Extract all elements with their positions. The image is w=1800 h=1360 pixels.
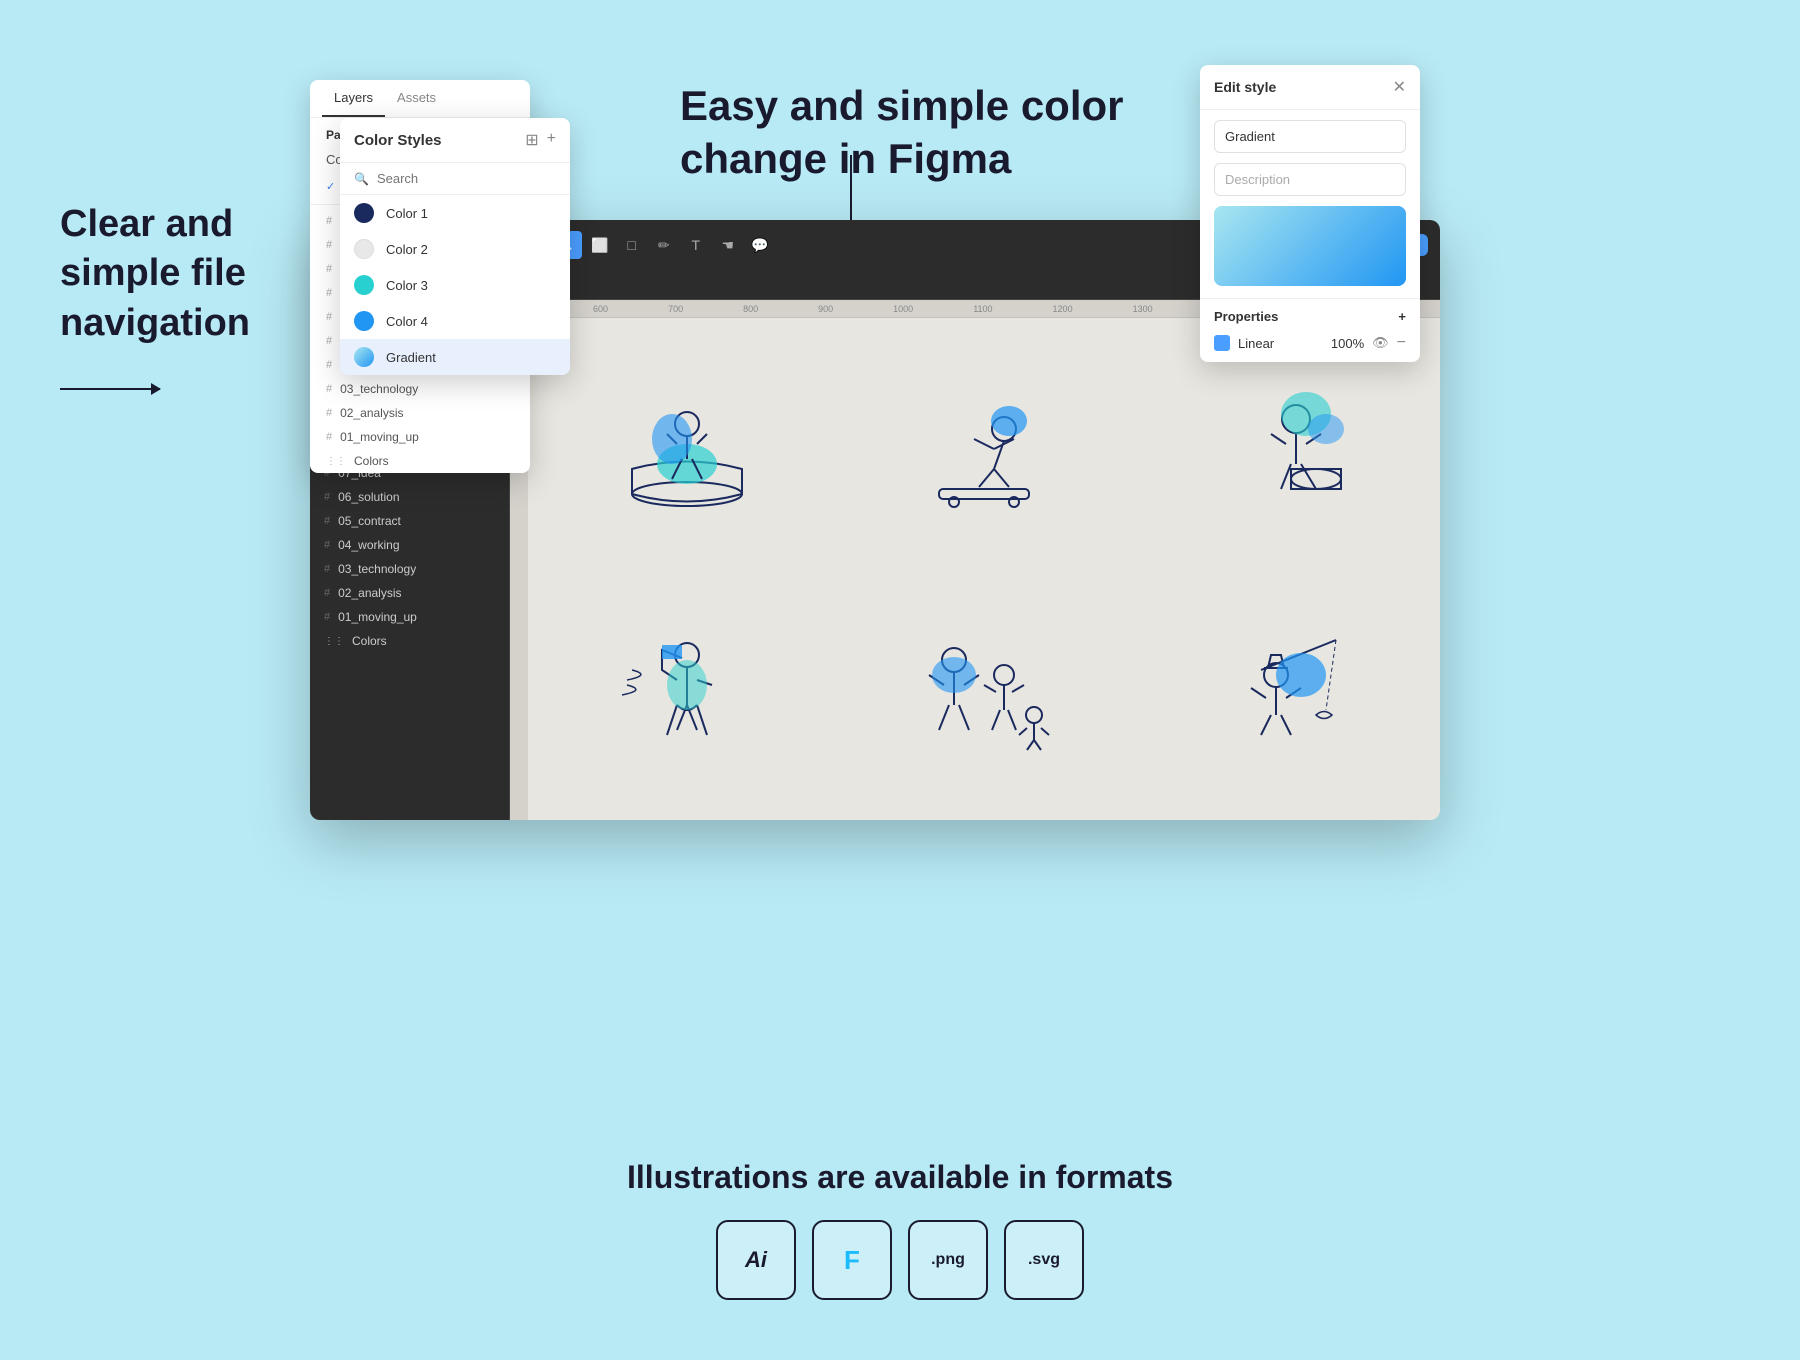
- tool-comment[interactable]: 💬: [746, 231, 774, 259]
- cs-search-input[interactable]: [377, 171, 556, 186]
- color-styles-panel: Color Styles ⊞ + 🔍 Color 1 Color 2 Color…: [340, 118, 570, 375]
- cs-swatch-gradient: [354, 347, 374, 367]
- esp-prop-eye-icon[interactable]: 👁: [1372, 335, 1389, 351]
- lp-layer-colors[interactable]: ⋮⋮ Colors: [310, 449, 530, 473]
- layer-02-analysis[interactable]: # 02_analysis: [310, 581, 509, 605]
- tool-frame[interactable]: ⬜: [586, 231, 614, 259]
- format-badge-png: .png: [908, 1220, 988, 1300]
- format-badge-svg: .svg: [1004, 1220, 1084, 1300]
- bottom-title: Illustrations are available in formats: [627, 1159, 1173, 1196]
- cs-swatch-4: [354, 311, 374, 331]
- tool-pen[interactable]: ✏: [650, 231, 678, 259]
- tool-shape[interactable]: □: [618, 231, 646, 259]
- left-heading: Clear and simple file navigation: [60, 200, 260, 348]
- cs-color-1[interactable]: Color 1: [340, 195, 570, 231]
- layer-03-technology[interactable]: # 03_technology: [310, 557, 509, 581]
- lp-layer-03technology[interactable]: # 03_technology: [310, 377, 530, 401]
- esp-prop-type: Linear: [1238, 336, 1323, 351]
- illus-relax: [1133, 328, 1430, 569]
- layer-01-moving-up[interactable]: # 01_moving_up: [310, 605, 509, 629]
- lp-layer-02analysis[interactable]: # 02_analysis: [310, 401, 530, 425]
- esp-properties-add[interactable]: +: [1398, 309, 1406, 324]
- esp-properties-header: Properties +: [1214, 309, 1406, 324]
- cs-color-gradient[interactable]: Gradient: [340, 339, 570, 375]
- lp-tab-assets[interactable]: Assets: [385, 80, 448, 117]
- esp-title: Edit style: [1214, 79, 1276, 95]
- cs-swatch-1: [354, 203, 374, 223]
- cs-color-name-3: Color 3: [386, 278, 428, 293]
- relax-illustration: [1206, 379, 1356, 519]
- skate-illustration: [909, 379, 1059, 519]
- esp-property-row: Linear 100% 👁 −: [1214, 334, 1406, 352]
- arrow-line: [60, 388, 160, 390]
- esp-prop-opacity: 100%: [1331, 336, 1364, 351]
- cs-grid-icon[interactable]: ⊞: [525, 130, 538, 150]
- figma-label: F: [844, 1245, 860, 1276]
- illus-two-figures: [835, 569, 1132, 810]
- cs-color-2[interactable]: Color 2: [340, 231, 570, 267]
- esp-close-button[interactable]: ✕: [1393, 77, 1406, 97]
- cs-color-name-4: Color 4: [386, 314, 428, 329]
- lp-tab-layers[interactable]: Layers: [322, 80, 385, 117]
- cs-swatch-2: [354, 239, 374, 259]
- check-icon: ✓: [326, 180, 335, 193]
- cs-color-name-1: Color 1: [386, 206, 428, 221]
- layer-05-contract[interactable]: # 05_contract: [310, 509, 509, 533]
- cs-swatch-3: [354, 275, 374, 295]
- esp-properties-section: Properties + Linear 100% 👁 −: [1200, 298, 1420, 362]
- cs-color-4[interactable]: Color 4: [340, 303, 570, 339]
- fishing-illustration: [1206, 620, 1356, 760]
- ai-label: Ai: [745, 1247, 767, 1273]
- flag-illustration: [612, 620, 762, 760]
- illustration-grid: [528, 318, 1440, 820]
- layer-04-working[interactable]: # 04_working: [310, 533, 509, 557]
- cs-title: Color Styles: [354, 132, 442, 149]
- left-arrow: [60, 388, 260, 390]
- top-heading: Easy and simple color change in Figma: [680, 80, 1124, 185]
- top-center-text: Easy and simple color change in Figma: [680, 80, 1124, 185]
- cs-add-icon[interactable]: +: [547, 130, 556, 150]
- illus-fishing: [1133, 569, 1430, 810]
- two-figures-illustration: [894, 620, 1074, 760]
- cs-panel-header: Color Styles ⊞ +: [340, 118, 570, 163]
- cs-color-name-2: Color 2: [386, 242, 428, 257]
- tool-text[interactable]: T: [682, 231, 710, 259]
- cs-search-icon: 🔍: [354, 172, 369, 186]
- esp-header: Edit style ✕: [1200, 65, 1420, 110]
- format-badge-ai: Ai: [716, 1220, 796, 1300]
- cs-icons: ⊞ +: [525, 130, 556, 150]
- bath-illustration: [612, 379, 762, 519]
- esp-gradient-preview: [1214, 206, 1406, 286]
- cs-color-name-gradient: Gradient: [386, 350, 436, 365]
- esp-prop-swatch: [1214, 335, 1230, 351]
- illus-skate: [835, 328, 1132, 569]
- format-badges: Ai F .png .svg: [716, 1220, 1084, 1300]
- figma-canvas: 50060070080090010001100120013001400: [510, 300, 1440, 820]
- layer-colors[interactable]: ⋮⋮ Colors: [310, 629, 509, 653]
- esp-prop-remove-button[interactable]: −: [1397, 334, 1406, 352]
- cs-color-3[interactable]: Color 3: [340, 267, 570, 303]
- cs-search-area[interactable]: 🔍: [340, 163, 570, 195]
- bottom-section: Illustrations are available in formats A…: [0, 1159, 1800, 1300]
- edit-style-panel: Edit style ✕ Gradient Description Proper…: [1200, 65, 1420, 362]
- layers-panel-tabs: Layers Assets: [310, 80, 530, 118]
- png-label: .png: [931, 1251, 965, 1269]
- esp-properties-label: Properties: [1214, 309, 1278, 324]
- canvas-main-area: [528, 318, 1440, 820]
- svg-label: .svg: [1028, 1251, 1060, 1269]
- left-text-section: Clear and simple file navigation: [60, 200, 260, 390]
- illus-bath: [538, 328, 835, 569]
- tool-hand[interactable]: ☚: [714, 231, 742, 259]
- esp-name-input[interactable]: Gradient: [1214, 120, 1406, 153]
- illus-flag: [538, 569, 835, 810]
- layer-06-solution[interactable]: # 06_solution: [310, 485, 509, 509]
- lp-layer-01movingup[interactable]: # 01_moving_up: [310, 425, 530, 449]
- format-badge-figma: F: [812, 1220, 892, 1300]
- esp-description-input[interactable]: Description: [1214, 163, 1406, 196]
